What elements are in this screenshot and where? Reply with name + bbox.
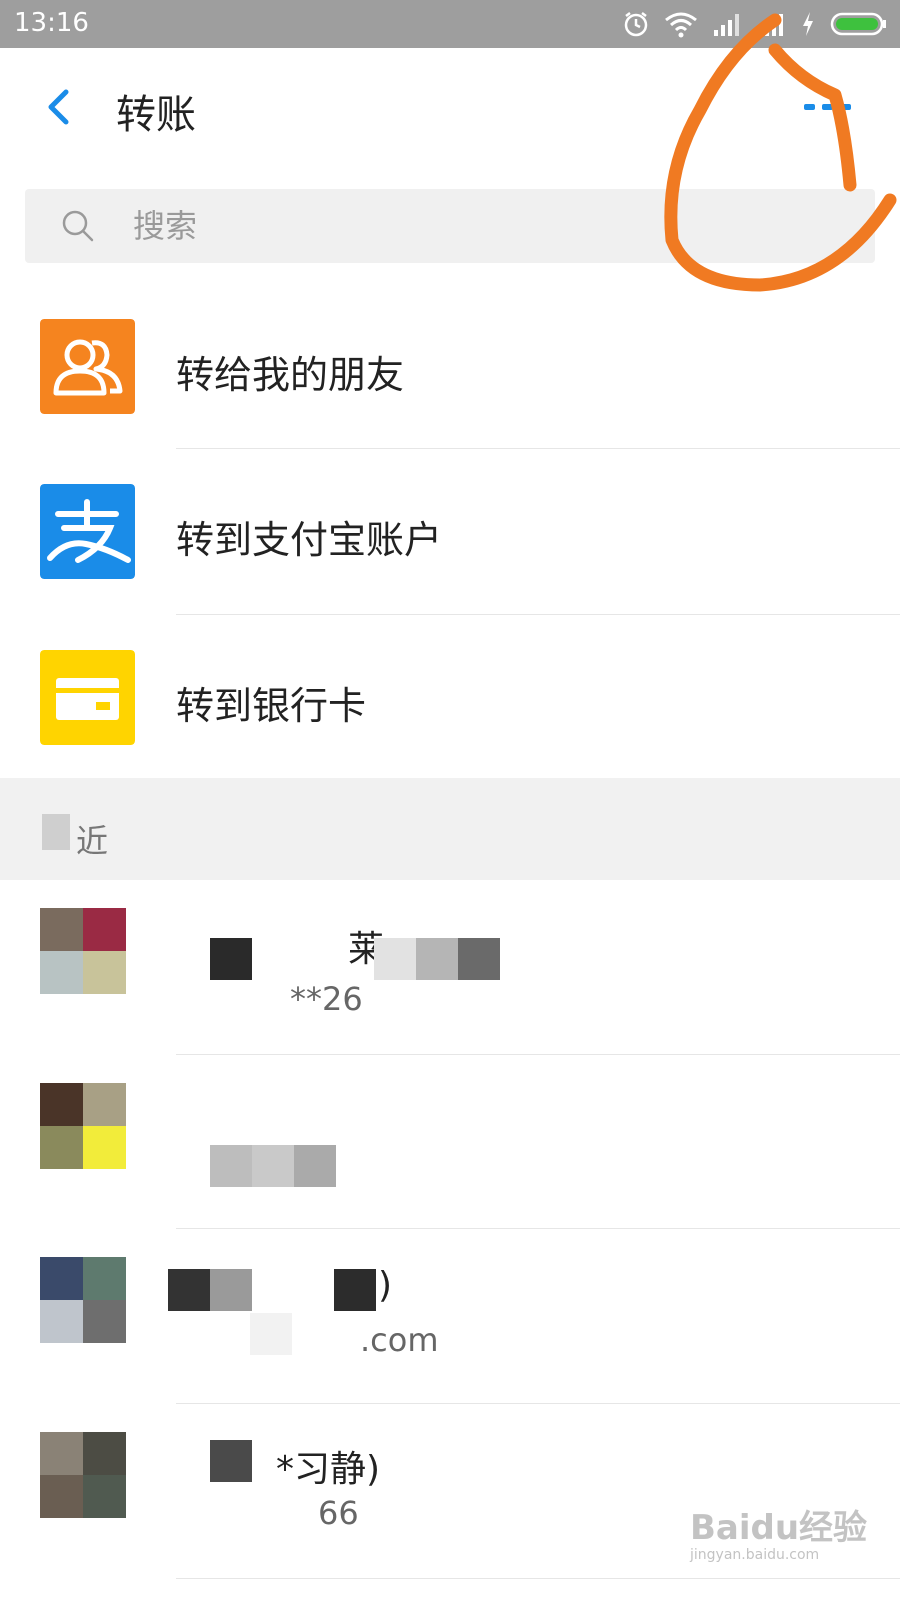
recent-contact[interactable]: 莱 **26 — [0, 880, 900, 1054]
transfer-to-alipay-item[interactable]: 转到支付宝账户 — [0, 449, 900, 613]
search-input[interactable] — [133, 189, 833, 263]
recent-contact[interactable]: ) .com — [0, 1229, 900, 1403]
more-icon[interactable] — [800, 96, 860, 120]
status-bar: 13:16 — [0, 0, 900, 48]
blurred-block — [210, 1145, 336, 1187]
blurred-block — [168, 1269, 252, 1311]
transfer-to-friend-item[interactable]: 转给我的朋友 — [0, 286, 900, 450]
recent-header-label: 近 — [76, 822, 109, 860]
transfer-to-friend-label: 转给我的朋友 — [176, 353, 405, 397]
contact-account: 66 — [318, 1494, 359, 1532]
avatar — [40, 908, 126, 994]
page-title: 转账 — [116, 92, 196, 138]
wifi-icon — [665, 12, 697, 38]
contact-account: .com — [360, 1321, 439, 1359]
transfer-to-alipay-label: 转到支付宝账户 — [176, 518, 443, 562]
alarm-icon — [624, 12, 648, 37]
contact-name: ) — [378, 1265, 393, 1306]
transfer-to-bank-card-label: 转到银行卡 — [176, 684, 367, 728]
friends-icon — [40, 319, 135, 414]
recent-contact[interactable] — [0, 1055, 900, 1229]
blurred-block — [334, 1269, 376, 1311]
transfer-to-bank-card-item[interactable]: 转到银行卡 — [0, 615, 900, 779]
status-icons — [622, 8, 888, 40]
contact-name: *习静) — [276, 1449, 381, 1490]
divider — [176, 1578, 900, 1579]
battery-icon — [830, 12, 886, 36]
blurred-block — [250, 1313, 292, 1355]
chevron-left-icon[interactable] — [36, 82, 86, 132]
recent-section-header: 近 — [0, 778, 900, 880]
avatar — [40, 1257, 126, 1343]
status-time: 13:16 — [14, 8, 89, 38]
avatar — [40, 1083, 126, 1169]
contact-account: **26 — [290, 980, 363, 1018]
signal-icon — [714, 14, 739, 36]
search-icon — [62, 210, 94, 242]
blurred-block — [42, 814, 70, 850]
title-bar: 转账 — [0, 48, 900, 170]
signal-icon — [758, 14, 783, 36]
search-bar[interactable] — [25, 189, 875, 263]
watermark: Baidu经验 jingyan.baidu.com — [690, 1500, 867, 1563]
bank-card-icon — [40, 650, 135, 745]
avatar — [40, 1432, 126, 1518]
watermark-brand: Baidu经验 — [690, 1508, 868, 1548]
alipay-icon — [40, 484, 135, 579]
watermark-url: jingyan.baidu.com — [690, 1547, 820, 1563]
blurred-block — [210, 938, 252, 980]
blurred-block — [374, 938, 500, 980]
blurred-block — [210, 1440, 252, 1482]
charging-icon — [803, 12, 813, 36]
